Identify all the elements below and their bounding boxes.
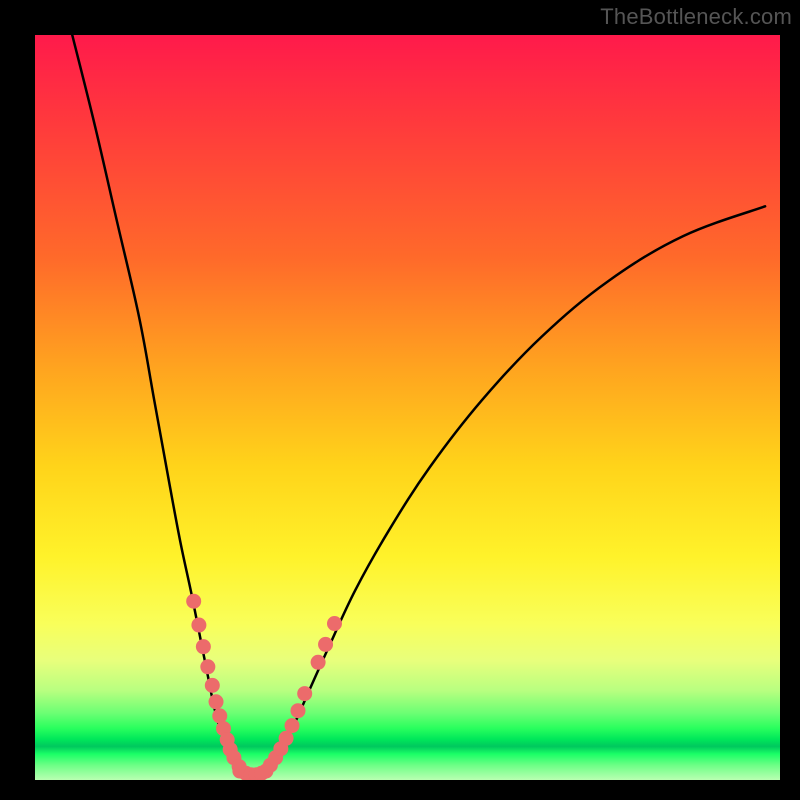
data-marker [327, 616, 342, 631]
data-marker [196, 639, 211, 654]
chart-svg [35, 35, 780, 780]
data-marker [290, 703, 305, 718]
watermark-text: TheBottleneck.com [600, 4, 792, 30]
bottleneck-curve [72, 35, 765, 775]
chart-frame: TheBottleneck.com [0, 0, 800, 800]
data-marker [318, 637, 333, 652]
data-marker [200, 659, 215, 674]
data-markers [186, 594, 342, 780]
data-marker [205, 678, 220, 693]
data-marker [285, 718, 300, 733]
data-marker [297, 686, 312, 701]
data-marker [191, 618, 206, 633]
data-marker [311, 655, 326, 670]
data-marker [212, 708, 227, 723]
data-marker [186, 594, 201, 609]
data-marker [209, 694, 224, 709]
